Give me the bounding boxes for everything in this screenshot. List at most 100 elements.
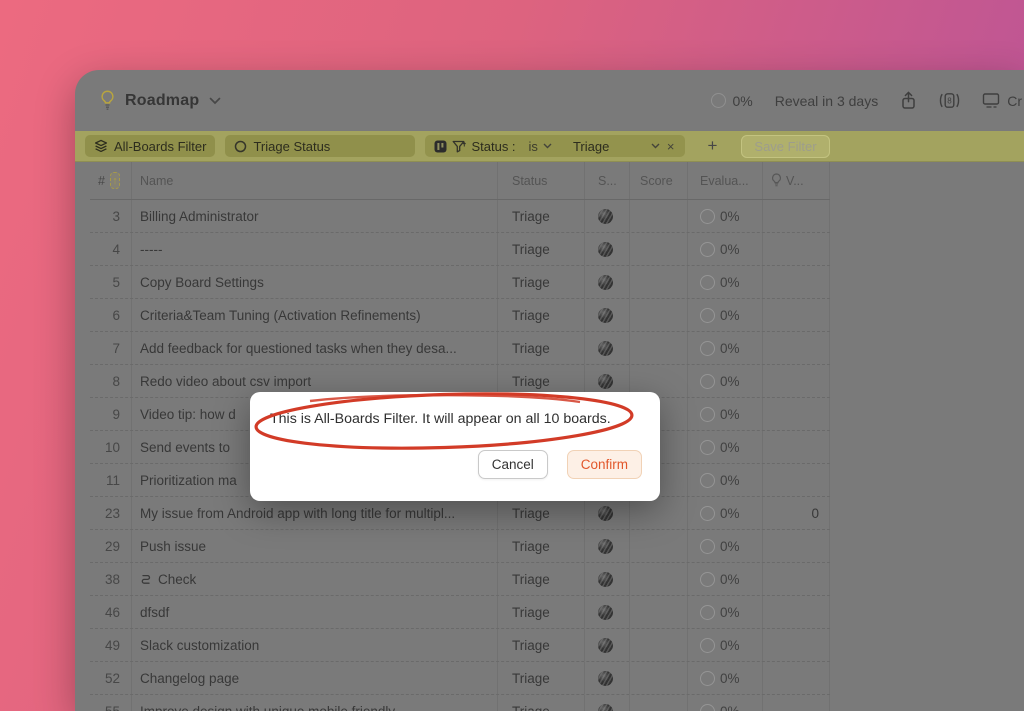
row-status-cell[interactable]: Triage (498, 596, 585, 628)
rule-operator[interactable]: is (529, 139, 538, 154)
saved-filter-chip[interactable]: Triage Status (225, 135, 415, 157)
row-status-cell[interactable]: Triage (498, 695, 585, 711)
row-v-cell[interactable] (763, 266, 830, 298)
row-v-cell[interactable] (763, 398, 830, 430)
row-score-cell[interactable] (630, 695, 688, 711)
row-evaluation-cell[interactable]: 0% (688, 530, 763, 562)
table-row[interactable]: 29Push issueTriage0% (90, 530, 830, 563)
column-header-s[interactable]: S... (585, 162, 630, 199)
row-name-cell[interactable]: Criteria&Team Tuning (Activation Refinem… (132, 299, 498, 331)
row-evaluation-cell[interactable]: 0% (688, 629, 763, 661)
remove-filter-icon[interactable]: × (665, 139, 677, 154)
row-v-cell[interactable] (763, 332, 830, 364)
board-title-group[interactable]: Roadmap (100, 70, 221, 131)
column-header-evaluation[interactable]: Evalua... (688, 162, 763, 199)
row-name-cell[interactable]: Check (132, 563, 498, 595)
row-v-cell[interactable] (763, 596, 830, 628)
row-score-cell[interactable] (630, 629, 688, 661)
row-score-cell[interactable] (630, 266, 688, 298)
row-evaluation-cell[interactable]: 0% (688, 563, 763, 595)
table-row[interactable]: 46dfsdfTriage0% (90, 596, 830, 629)
row-score-cell[interactable] (630, 662, 688, 694)
row-evaluation-cell[interactable]: 0% (688, 464, 763, 496)
row-status-cell[interactable]: Triage (498, 497, 585, 529)
row-score-cell[interactable] (630, 233, 688, 265)
row-evaluation-cell[interactable]: 0% (688, 233, 763, 265)
row-v-cell[interactable] (763, 365, 830, 397)
row-v-cell[interactable] (763, 695, 830, 711)
row-sphere-cell[interactable] (585, 629, 630, 661)
chevron-down-icon[interactable] (651, 143, 660, 149)
row-evaluation-cell[interactable]: 0% (688, 398, 763, 430)
row-sphere-cell[interactable] (585, 266, 630, 298)
cancel-button[interactable]: Cancel (478, 450, 548, 479)
column-header-name[interactable]: Name (132, 162, 498, 199)
row-v-cell[interactable] (763, 431, 830, 463)
row-sphere-cell[interactable] (585, 596, 630, 628)
row-v-cell[interactable]: 0 (763, 497, 830, 529)
table-row[interactable]: 7Add feedback for questioned tasks when … (90, 332, 830, 365)
row-score-cell[interactable] (630, 563, 688, 595)
card-counter-button[interactable]: 8 (939, 91, 960, 110)
row-v-cell[interactable] (763, 464, 830, 496)
row-score-cell[interactable] (630, 497, 688, 529)
reveal-button[interactable]: Reveal in 3 days (775, 93, 879, 109)
row-evaluation-cell[interactable]: 0% (688, 497, 763, 529)
row-name-cell[interactable]: Slack customization (132, 629, 498, 661)
row-name-cell[interactable]: My issue from Android app with long titl… (132, 497, 498, 529)
row-evaluation-cell[interactable]: 0% (688, 266, 763, 298)
table-row[interactable]: 38CheckTriage0% (90, 563, 830, 596)
row-name-cell[interactable]: dfsdf (132, 596, 498, 628)
table-row[interactable]: 6Criteria&Team Tuning (Activation Refine… (90, 299, 830, 332)
row-name-cell[interactable]: Improve design with unique mobile friend… (132, 695, 498, 711)
column-header-num[interactable]: # ↑ (90, 162, 132, 199)
row-sphere-cell[interactable] (585, 497, 630, 529)
confirm-button[interactable]: Confirm (567, 450, 642, 479)
row-evaluation-cell[interactable]: 0% (688, 200, 763, 232)
row-sphere-cell[interactable] (585, 299, 630, 331)
row-sphere-cell[interactable] (585, 563, 630, 595)
rule-value[interactable]: Triage (573, 139, 609, 154)
share-button[interactable] (900, 91, 917, 110)
row-status-cell[interactable]: Triage (498, 629, 585, 661)
row-v-cell[interactable] (763, 200, 830, 232)
row-sphere-cell[interactable] (585, 233, 630, 265)
row-v-cell[interactable] (763, 299, 830, 331)
row-sphere-cell[interactable] (585, 695, 630, 711)
row-status-cell[interactable]: Triage (498, 530, 585, 562)
row-v-cell[interactable] (763, 233, 830, 265)
row-score-cell[interactable] (630, 332, 688, 364)
sort-ascending-icon[interactable]: ↑ (110, 172, 120, 189)
row-score-cell[interactable] (630, 299, 688, 331)
row-score-cell[interactable] (630, 200, 688, 232)
column-header-score[interactable]: Score (630, 162, 688, 199)
row-score-cell[interactable] (630, 530, 688, 562)
row-sphere-cell[interactable] (585, 332, 630, 364)
row-status-cell[interactable]: Triage (498, 200, 585, 232)
row-evaluation-cell[interactable]: 0% (688, 332, 763, 364)
table-row[interactable]: 52Changelog pageTriage0% (90, 662, 830, 695)
row-score-cell[interactable] (630, 596, 688, 628)
row-name-cell[interactable]: Billing Administrator (132, 200, 498, 232)
save-filter-button[interactable]: Save Filter (741, 135, 829, 158)
row-name-cell[interactable]: ----- (132, 233, 498, 265)
table-row[interactable]: 55Improve design with unique mobile frie… (90, 695, 830, 711)
row-status-cell[interactable]: Triage (498, 563, 585, 595)
row-v-cell[interactable] (763, 530, 830, 562)
table-row[interactable]: 5Copy Board SettingsTriage0% (90, 266, 830, 299)
row-status-cell[interactable]: Triage (498, 299, 585, 331)
row-name-cell[interactable]: Copy Board Settings (132, 266, 498, 298)
row-evaluation-cell[interactable]: 0% (688, 431, 763, 463)
row-v-cell[interactable] (763, 629, 830, 661)
chevron-down-icon[interactable] (209, 97, 221, 105)
create-view-button[interactable]: Cr (982, 92, 1022, 109)
row-name-cell[interactable]: Changelog page (132, 662, 498, 694)
status-filter-rule[interactable]: Status : is Triage × (425, 135, 685, 157)
row-status-cell[interactable]: Triage (498, 662, 585, 694)
row-status-cell[interactable]: Triage (498, 233, 585, 265)
chevron-down-icon[interactable] (543, 143, 552, 149)
table-row[interactable]: 49Slack customizationTriage0% (90, 629, 830, 662)
row-status-cell[interactable]: Triage (498, 332, 585, 364)
row-status-cell[interactable]: Triage (498, 266, 585, 298)
row-name-cell[interactable]: Push issue (132, 530, 498, 562)
